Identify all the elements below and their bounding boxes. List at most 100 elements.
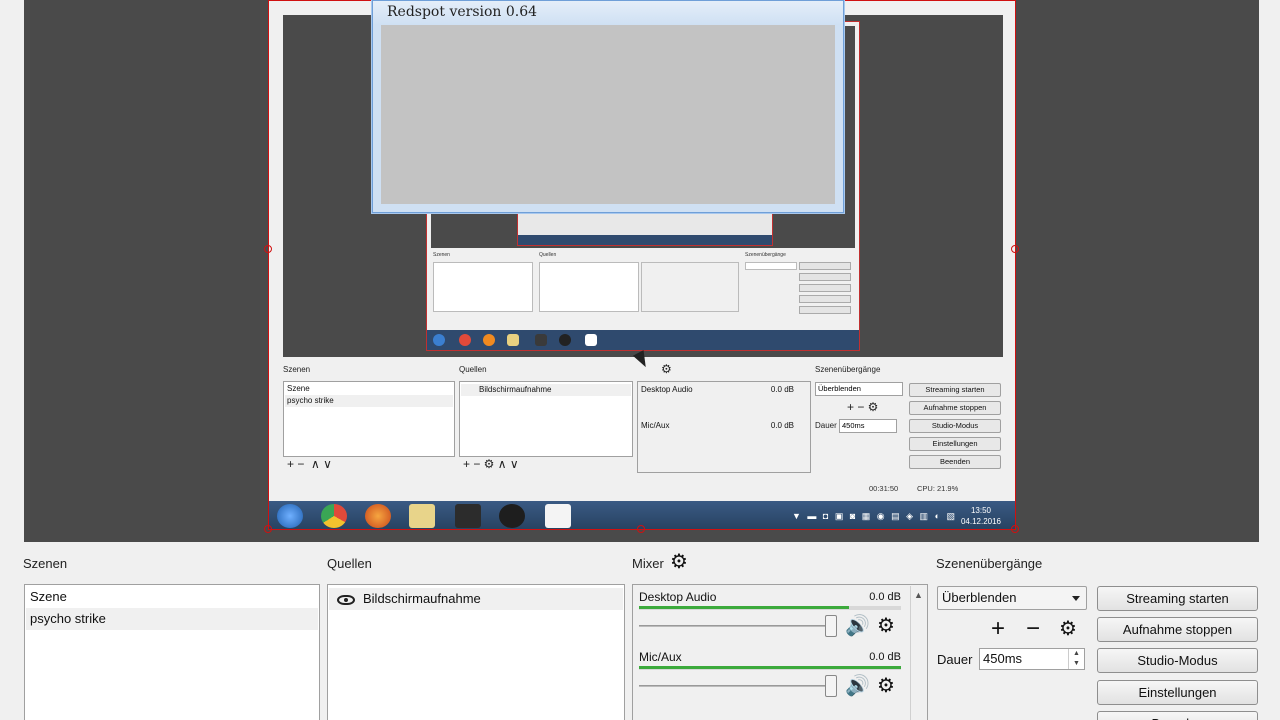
nested-taskbar-2 xyxy=(518,235,772,245)
start-streaming-button[interactable]: Streaming starten xyxy=(1097,586,1258,611)
resize-handle[interactable] xyxy=(1011,525,1019,533)
sources-title: Quellen xyxy=(327,556,372,571)
speaker-icon[interactable]: 🔊 xyxy=(845,616,870,636)
chevron-down-icon xyxy=(1072,596,1080,601)
cap-scene-item: Szene xyxy=(287,384,310,393)
mixer-desktop-meter xyxy=(639,606,849,609)
cap-mixer-panel: Desktop Audio 0.0 dB Mic/Aux 0.0 dB xyxy=(637,381,811,473)
nested-button xyxy=(799,295,851,303)
spin-arrows-icon[interactable]: ▲ ▼ xyxy=(1068,649,1084,669)
sources-list[interactable]: Bildschirmaufnahme xyxy=(327,584,625,720)
nested-sources-panel xyxy=(539,262,639,312)
firefox-icon xyxy=(483,334,495,346)
duration-spinbox[interactable]: 450ms ▲ ▼ xyxy=(979,648,1085,670)
nested-button xyxy=(799,284,851,292)
eye-icon[interactable] xyxy=(337,594,355,605)
nested-scenes-panel xyxy=(433,262,533,312)
cap-source-controls: + − ⚙ ∧ ∨ xyxy=(463,457,519,471)
source-item-bildschirmaufnahme[interactable]: Bildschirmaufnahme xyxy=(329,588,623,610)
mixer-panel: Desktop Audio 0.0 dB 🔊 ⚙ Mic/Aux 0.0 dB … xyxy=(632,584,928,720)
redspot-window[interactable]: Redspot version 0.64 xyxy=(372,0,844,213)
scene-item-psycho-strike[interactable]: psycho strike xyxy=(26,608,318,630)
obs-icon xyxy=(559,334,571,346)
nested-transition-combo xyxy=(745,262,797,270)
cap-transitions-title: Szenenübergänge xyxy=(815,365,881,374)
resize-handle[interactable] xyxy=(264,525,272,533)
cap-mixer-desktop-db: 0.0 dB xyxy=(770,385,794,394)
cap-button: Beenden xyxy=(909,455,1001,469)
mixer-title: Mixer xyxy=(632,556,664,571)
obs-icon xyxy=(499,504,525,528)
resize-handle[interactable] xyxy=(1011,245,1019,253)
scroll-up-icon[interactable]: ▲ xyxy=(914,590,923,600)
cap-scene-item: psycho strike xyxy=(285,395,453,407)
clock-time: 13:50 xyxy=(970,506,991,515)
notepad-icon xyxy=(545,504,571,528)
nested-mixer-panel xyxy=(641,262,739,312)
explorer-icon xyxy=(409,504,435,528)
cap-mixer-mic-db: 0.0 dB xyxy=(770,421,794,430)
mixer-mic-db: 0.0 dB xyxy=(869,651,901,663)
cap-status-cpu: CPU: 21.9% xyxy=(917,484,959,493)
cap-duration-value: 450ms xyxy=(839,419,897,433)
transition-select[interactable]: Überblenden xyxy=(937,586,1087,610)
settings-button[interactable]: Einstellungen xyxy=(1097,680,1258,705)
nested-button xyxy=(799,262,851,270)
exit-button[interactable]: Beenden xyxy=(1097,711,1258,720)
transition-gear-icon[interactable]: ⚙ xyxy=(1059,619,1077,639)
mixer-desktop-volume-knob[interactable] xyxy=(825,615,837,637)
system-tray-icons: ▼ ▬ ◘ ▣ ◙ ▦ ◉ ▤ ◈ ▥ ◐ ▧ xyxy=(791,511,957,521)
nested-sources-title: Quellen xyxy=(539,252,557,258)
nested-screen-capture-2 xyxy=(517,212,773,246)
transitions-title: Szenenübergänge xyxy=(936,556,1043,571)
mixer-mic-volume-knob[interactable] xyxy=(825,675,837,697)
resize-handle[interactable] xyxy=(264,245,272,253)
folder-icon xyxy=(507,334,519,346)
app-icon xyxy=(535,334,547,346)
cap-sources-list: Bildschirmaufnahme xyxy=(459,381,633,457)
mixer-desktop-volume-slider[interactable] xyxy=(639,625,837,627)
redspot-content xyxy=(381,25,835,204)
cap-sources-title: Quellen xyxy=(459,365,487,374)
cap-duration-label: Dauer xyxy=(815,421,837,430)
cap-source-item: Bildschirmaufnahme xyxy=(461,384,631,396)
gear-icon[interactable]: ⚙ xyxy=(877,616,895,636)
cap-button: Aufnahme stoppen xyxy=(909,401,1001,415)
app-icon xyxy=(455,504,481,528)
remove-transition-icon[interactable]: − xyxy=(1026,617,1040,641)
gear-icon[interactable]: ⚙ xyxy=(877,676,895,696)
transition-select-value: Überblenden xyxy=(942,590,1017,605)
cap-scenes-list: Szene psycho strike xyxy=(283,381,455,457)
studio-mode-button[interactable]: Studio-Modus xyxy=(1097,648,1258,673)
mixer-mic-meter xyxy=(639,666,901,669)
scenes-list[interactable]: Szene psycho strike xyxy=(24,584,320,720)
scene-item-szene[interactable]: Szene xyxy=(26,586,318,608)
firefox-icon xyxy=(365,504,391,528)
nested-transitions-title: Szenenübergänge xyxy=(745,252,786,258)
resize-handle[interactable] xyxy=(637,525,645,533)
cap-status-time: 00:31:50 xyxy=(869,484,899,493)
obs-window: Szenen Quellen Szenenübergänge Szenen Qu… xyxy=(0,0,1280,720)
speaker-icon[interactable]: 🔊 xyxy=(845,676,870,696)
cap-button: Einstellungen xyxy=(909,437,1001,451)
duration-value: 450ms xyxy=(983,651,1023,666)
mixer-mic-volume-slider[interactable] xyxy=(639,685,837,687)
add-transition-icon[interactable]: + xyxy=(991,617,1005,641)
nested-button xyxy=(799,273,851,281)
redspot-title[interactable]: Redspot version 0.64 xyxy=(373,1,843,25)
source-item-label: Bildschirmaufnahme xyxy=(363,591,481,606)
start-icon xyxy=(433,334,445,346)
redspot-frame xyxy=(835,25,843,212)
duration-label: Dauer xyxy=(937,652,973,667)
cap-button: Studio-Modus xyxy=(909,419,1001,433)
cap-scenes-title: Szenen xyxy=(283,365,311,374)
mixer-gear-icon[interactable]: ⚙ xyxy=(670,552,688,572)
redspot-frame xyxy=(373,25,381,212)
mixer-scrollbar[interactable]: ▲ xyxy=(910,586,926,720)
windows-start-icon xyxy=(277,504,303,528)
nested-button xyxy=(799,306,851,314)
stop-recording-button[interactable]: Aufnahme stoppen xyxy=(1097,617,1258,642)
scenes-title: Szenen xyxy=(23,556,68,571)
nested-taskbar xyxy=(427,330,859,350)
chrome-icon xyxy=(321,504,347,528)
